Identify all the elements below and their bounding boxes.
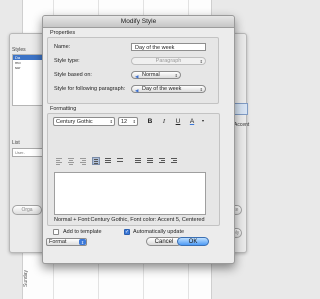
updown-arrows-icon: ⇕ bbox=[174, 73, 178, 78]
properties-section-label: Properties bbox=[50, 30, 76, 36]
add-to-template-label: Add to template bbox=[63, 229, 102, 235]
updown-arrows-icon: ⇕ bbox=[132, 119, 136, 124]
updown-arrows-icon: ⇕ bbox=[79, 239, 86, 245]
line-spacing-single-button[interactable] bbox=[104, 157, 112, 165]
palette-styles-label: Styles bbox=[12, 47, 26, 53]
style-description: Normal + Font:Century Gothic, Font color… bbox=[54, 217, 205, 223]
palette-accent-text: Accent bbox=[234, 122, 250, 128]
align-justify-button[interactable] bbox=[92, 157, 100, 165]
space-after-button[interactable] bbox=[146, 157, 154, 165]
style-type-label: Style type: bbox=[54, 58, 80, 64]
updown-arrows-icon: ⇕ bbox=[199, 59, 203, 64]
style-preview bbox=[54, 172, 206, 215]
updown-arrows-icon: ⇕ bbox=[109, 119, 113, 124]
line-spacing-double-button[interactable] bbox=[116, 157, 124, 165]
name-label: Name: bbox=[54, 44, 71, 50]
following-popup[interactable]: ◀ Day of the week ⇕ bbox=[131, 85, 206, 93]
paragraph-style-icon: ◀ bbox=[135, 74, 139, 79]
format-menu-label: Format bbox=[49, 239, 67, 245]
indent-increase-button[interactable] bbox=[170, 157, 178, 165]
font-color-dropdown-icon[interactable]: ▾ bbox=[199, 116, 207, 125]
side-day-label: Sunday bbox=[23, 270, 29, 287]
based-on-label: Style based on: bbox=[54, 72, 92, 78]
name-field[interactable]: Day of the week bbox=[131, 43, 206, 51]
formatting-section-label: Formatting bbox=[50, 106, 77, 112]
following-label: Style for following paragraph: bbox=[54, 86, 126, 92]
dialog-title: Modify Style bbox=[43, 16, 234, 28]
organizer-button[interactable]: Orga bbox=[12, 205, 42, 215]
align-right-button[interactable] bbox=[79, 157, 87, 165]
palette-list-select[interactable]: User- bbox=[12, 148, 46, 157]
style-type-value: Paragraph bbox=[155, 58, 182, 64]
auto-update-checkbox[interactable]: ✓ bbox=[124, 229, 130, 235]
italic-button[interactable]: I bbox=[160, 117, 168, 126]
style-type-popup: Paragraph ⇕ bbox=[131, 57, 206, 65]
based-on-popup[interactable]: ◀ Normal ⇕ bbox=[131, 71, 181, 79]
font-size-select[interactable]: 12 ⇕ bbox=[118, 117, 138, 126]
auto-update-label: Automatically update bbox=[133, 229, 185, 235]
following-value: Day of the week bbox=[142, 86, 182, 92]
based-on-value: Normal bbox=[142, 72, 160, 78]
align-left-button[interactable] bbox=[55, 157, 63, 165]
format-menu-button[interactable]: Format ⇕ bbox=[46, 238, 87, 246]
space-before-button[interactable] bbox=[134, 157, 142, 165]
indent-decrease-button[interactable] bbox=[158, 157, 166, 165]
font-family-value: Century Gothic bbox=[56, 119, 93, 125]
font-family-select[interactable]: Century Gothic ⇕ bbox=[53, 117, 115, 126]
updown-arrows-icon: ⇕ bbox=[199, 87, 203, 92]
bold-button[interactable]: B bbox=[146, 117, 154, 126]
palette-list-label: List bbox=[12, 140, 20, 146]
font-color-button[interactable]: A bbox=[188, 117, 196, 126]
paragraph-style-icon: ◀ bbox=[135, 88, 139, 93]
align-center-button[interactable] bbox=[67, 157, 75, 165]
underline-button[interactable]: U bbox=[174, 117, 182, 126]
ok-button[interactable]: OK bbox=[177, 237, 209, 246]
add-to-template-checkbox[interactable] bbox=[53, 229, 59, 235]
font-size-value: 12 bbox=[121, 119, 128, 125]
